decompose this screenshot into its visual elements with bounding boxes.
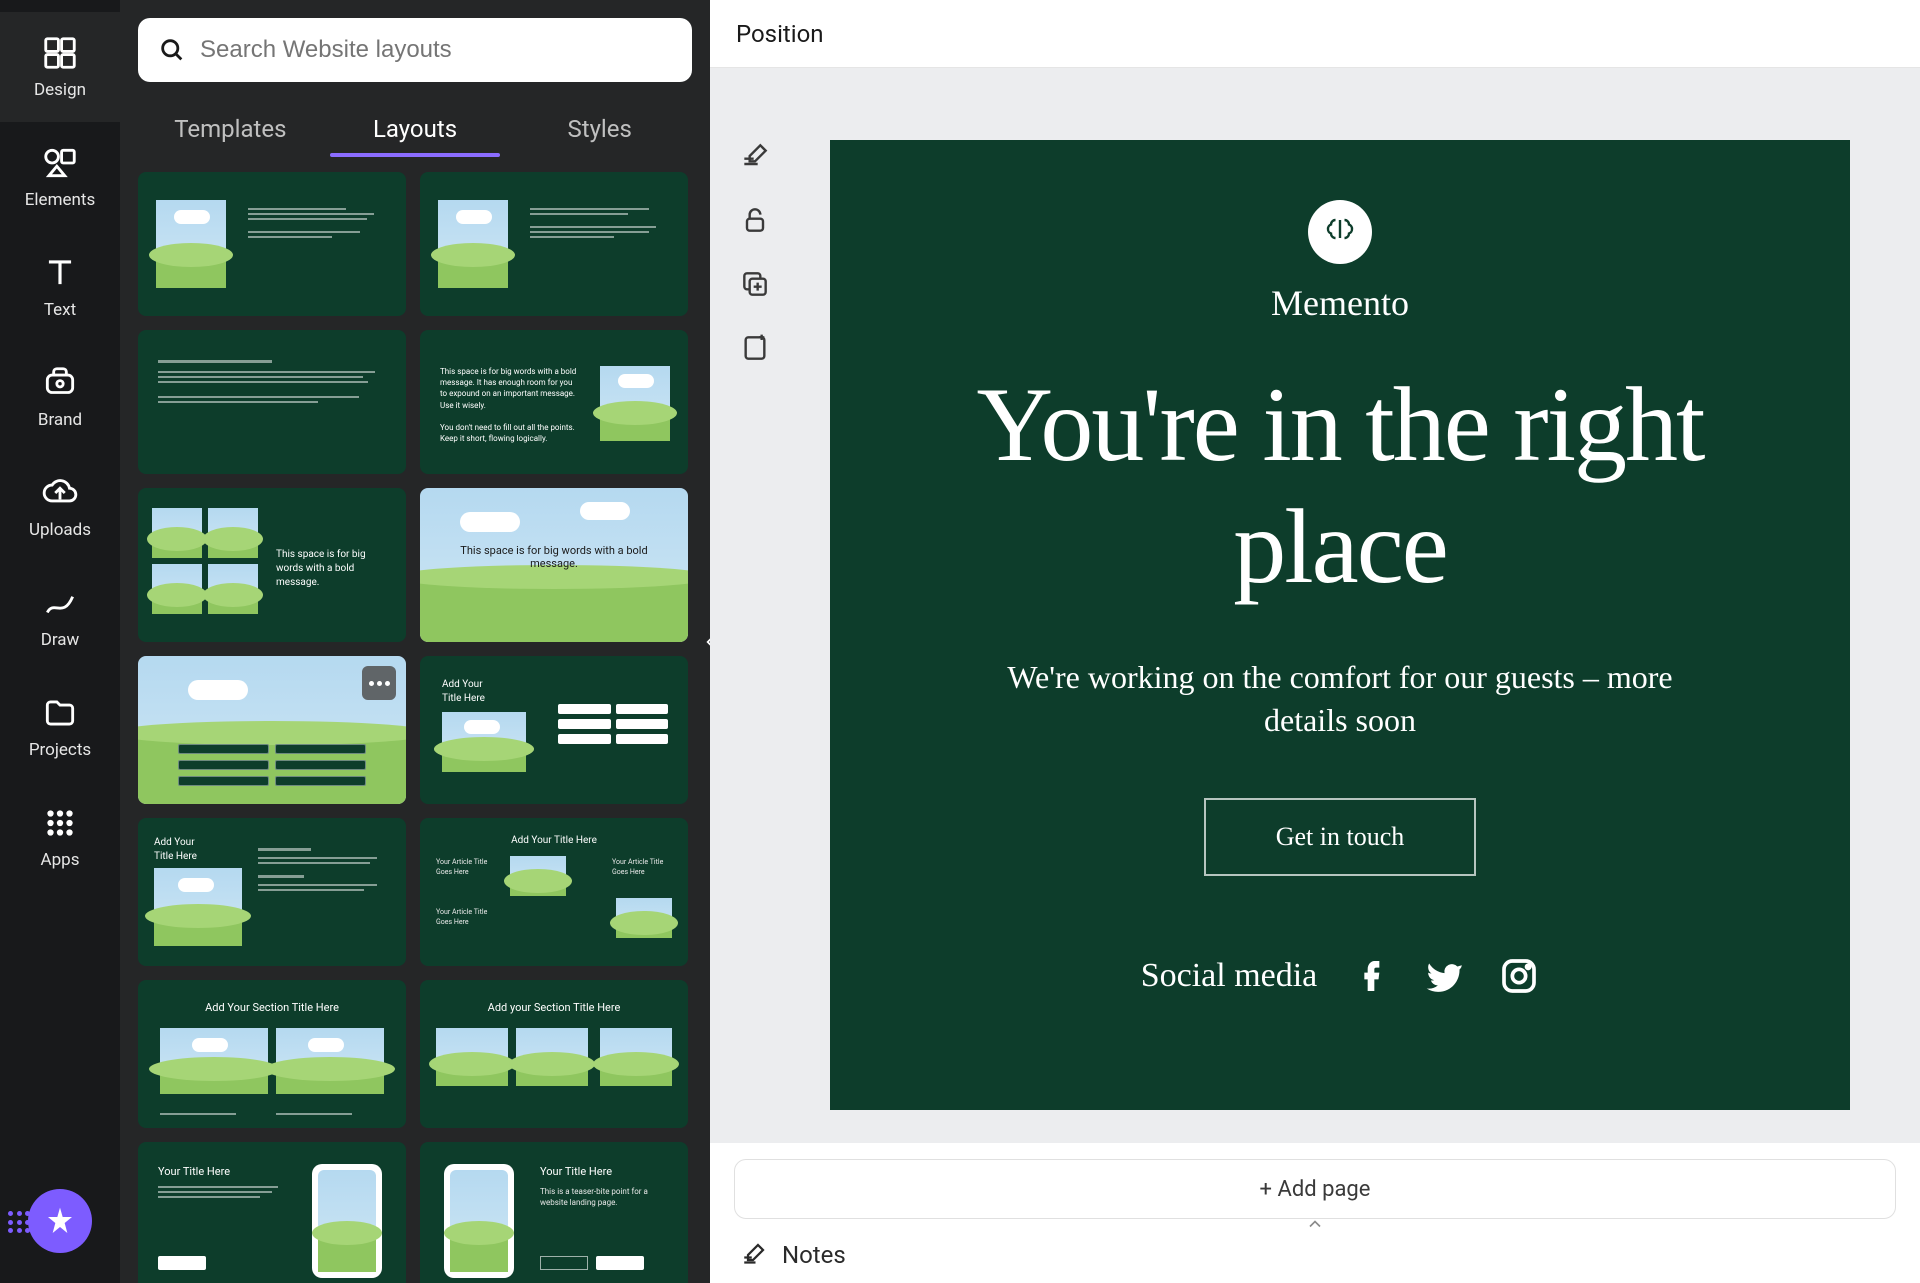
design-page[interactable]: Memento You're in the right place We're … <box>830 140 1850 1110</box>
notes-label: Notes <box>782 1241 846 1269</box>
brand-logo[interactable] <box>1308 200 1372 264</box>
tab-styles[interactable]: Styles <box>507 101 692 157</box>
layout-thumbnail[interactable]: Add Your Section Title Here <box>138 980 406 1128</box>
search-icon <box>158 36 186 64</box>
layouts-grid: This space is for big words with a bold … <box>138 172 692 1283</box>
brain-icon <box>1322 214 1358 250</box>
chevron-up-icon <box>1305 1218 1325 1230</box>
left-icon-rail: Design Elements Text Brand Uploads Draw <box>0 0 120 1283</box>
hero-subtitle-text[interactable]: We're working on the comfort for our gue… <box>830 656 1850 742</box>
search-container <box>138 18 692 82</box>
projects-icon <box>41 694 79 732</box>
facebook-icon[interactable] <box>1351 956 1391 996</box>
rail-item-elements[interactable]: Elements <box>0 122 120 232</box>
rail-item-text[interactable]: Text <box>0 232 120 342</box>
panel-tabs: Templates Layouts Styles <box>138 94 692 164</box>
apps-icon <box>41 804 79 842</box>
layout-thumbnail[interactable]: This space is for big words with a bold … <box>420 330 688 474</box>
rail-label: Text <box>44 300 76 320</box>
draw-icon <box>41 584 79 622</box>
rail-label: Brand <box>38 410 82 430</box>
add-page-button[interactable]: + Add page <box>734 1159 1896 1219</box>
add-page-icon[interactable] <box>739 332 771 364</box>
notes-icon <box>738 1240 768 1270</box>
layout-thumbnail[interactable] <box>138 330 406 474</box>
layout-thumbnail[interactable]: This space is for big words with a boldm… <box>420 488 688 642</box>
layout-thumbnail[interactable]: Add YourTitle Here <box>420 656 688 804</box>
layout-thumbnail[interactable]: Your Title Here This is a teaser-bite po… <box>420 1142 688 1283</box>
brand-name-text[interactable]: Memento <box>1271 282 1409 324</box>
uploads-icon <box>41 474 79 512</box>
add-page-label: + Add page <box>1260 1177 1371 1202</box>
cta-button[interactable]: Get in touch <box>1204 798 1477 876</box>
layout-thumbnail[interactable]: Add YourTitle Here <box>138 818 406 966</box>
social-label-text[interactable]: Social media <box>1141 957 1318 995</box>
rail-label: Design <box>34 80 86 100</box>
lock-open-icon[interactable] <box>739 204 771 236</box>
search-input[interactable] <box>200 36 672 64</box>
topbar: Position <box>710 0 1920 68</box>
rail-item-design[interactable]: Design <box>0 12 120 122</box>
rail-label: Uploads <box>29 520 91 540</box>
rail-label: Projects <box>29 740 91 760</box>
instagram-icon[interactable] <box>1499 956 1539 996</box>
text-icon <box>41 254 79 292</box>
elements-icon <box>41 144 79 182</box>
brand-icon <box>41 364 79 402</box>
rail-item-apps[interactable]: Apps <box>0 782 120 892</box>
tab-templates[interactable]: Templates <box>138 101 323 157</box>
layout-thumbnail[interactable] <box>138 172 406 316</box>
layout-thumbnail[interactable] <box>138 656 406 804</box>
rail-item-brand[interactable]: Brand <box>0 342 120 452</box>
main-area: Position Memento You're in the right pla… <box>710 0 1920 1283</box>
rail-label: Elements <box>25 190 95 210</box>
hero-title-text[interactable]: You're in the right place <box>830 364 1850 608</box>
canvas-inner[interactable]: Memento You're in the right place We're … <box>800 68 1920 1143</box>
layout-thumbnail[interactable]: Your Title Here <box>138 1142 406 1283</box>
duplicate-icon[interactable] <box>739 268 771 300</box>
tab-layouts[interactable]: Layouts <box>323 101 508 157</box>
design-icon <box>41 34 79 72</box>
layout-thumbnail[interactable]: This space is for big words with a bold … <box>138 488 406 642</box>
rail-item-uploads[interactable]: Uploads <box>0 452 120 562</box>
layout-thumbnail[interactable]: Add your Section Title Here <box>420 980 688 1128</box>
rail-label: Draw <box>41 630 80 650</box>
canvas-wrap: Memento You're in the right place We're … <box>710 68 1920 1143</box>
twitter-icon[interactable] <box>1425 956 1465 996</box>
rail-item-projects[interactable]: Projects <box>0 672 120 782</box>
magic-fab-button[interactable] <box>28 1189 92 1253</box>
edit-icon[interactable] <box>739 140 771 172</box>
layout-thumbnail[interactable]: Add Your Title Here Your Article Title G… <box>420 818 688 966</box>
social-row: Social media <box>1141 956 1540 996</box>
rail-item-draw[interactable]: Draw <box>0 562 120 672</box>
ellipsis-icon[interactable] <box>362 666 396 700</box>
layouts-panel: Templates Layouts Styles This space is f… <box>120 0 710 1283</box>
position-button[interactable]: Position <box>736 20 824 48</box>
page-tools <box>710 68 800 1143</box>
rail-label: Apps <box>41 850 80 870</box>
notes-button[interactable]: Notes <box>710 1227 1920 1283</box>
layout-thumbnail[interactable] <box>420 172 688 316</box>
